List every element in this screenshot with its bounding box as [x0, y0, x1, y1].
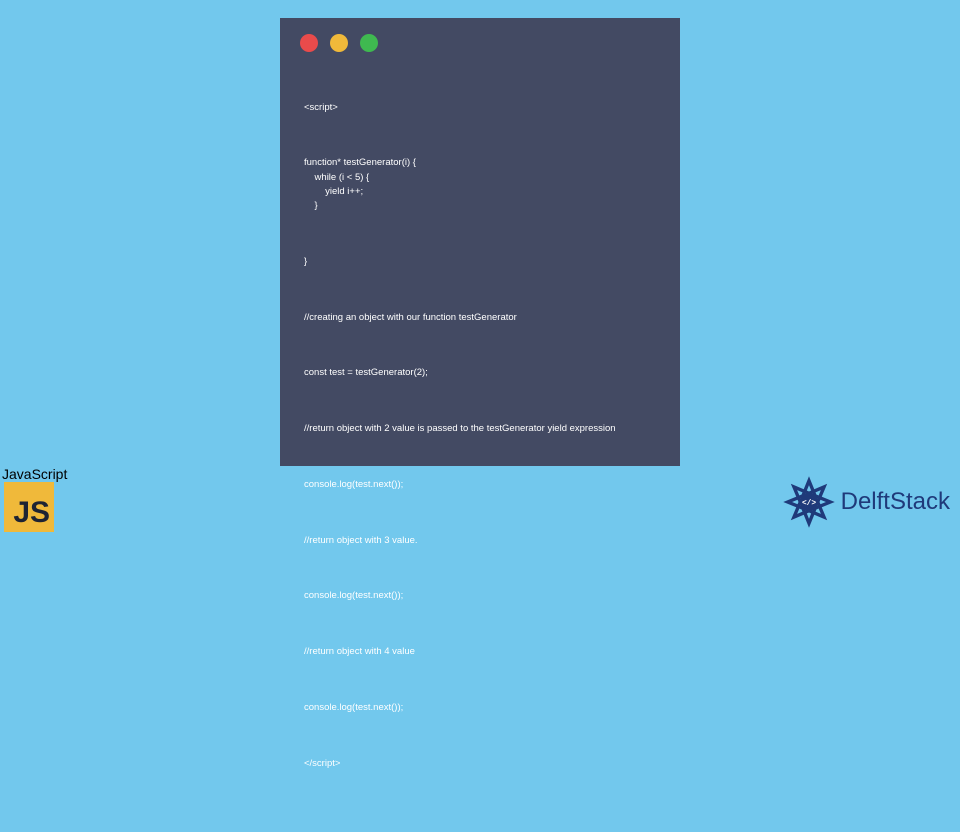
code-line: console.log(test.next()); [304, 589, 656, 603]
code-line: //return object with 4 value [304, 645, 656, 659]
maximize-icon [360, 34, 378, 52]
code-window: <script> function* testGenerator(i) { wh… [280, 18, 680, 466]
delftstack-name: DelftStack [841, 488, 950, 516]
close-icon [300, 34, 318, 52]
code-line: function* testGenerator(i) { while (i < … [304, 156, 656, 213]
code-line: const test = testGenerator(2); [304, 366, 656, 380]
code-line: //creating an object with our function t… [304, 311, 656, 325]
window-traffic-lights [280, 18, 680, 60]
javascript-badge: JavaScript J S [2, 466, 78, 532]
javascript-label: JavaScript [2, 466, 78, 482]
delftstack-brand: </> DelftStack [781, 474, 950, 530]
code-line: //return object with 2 value is passed t… [304, 422, 656, 436]
delftstack-logo-icon: </> [781, 474, 837, 530]
js-letter-s: S [30, 496, 50, 530]
minimize-icon [330, 34, 348, 52]
code-line: <script> [304, 101, 656, 115]
code-line: </script> [304, 757, 656, 771]
svg-text:</>: </> [802, 499, 816, 508]
js-letter-j: J [13, 496, 30, 530]
code-line: console.log(test.next()); [304, 701, 656, 715]
javascript-logo-icon: J S [4, 482, 54, 532]
code-line: //return object with 3 value. [304, 534, 656, 548]
code-line: } [304, 255, 656, 269]
code-line: console.log(test.next()); [304, 478, 656, 492]
code-block: <script> function* testGenerator(i) { wh… [280, 60, 680, 832]
